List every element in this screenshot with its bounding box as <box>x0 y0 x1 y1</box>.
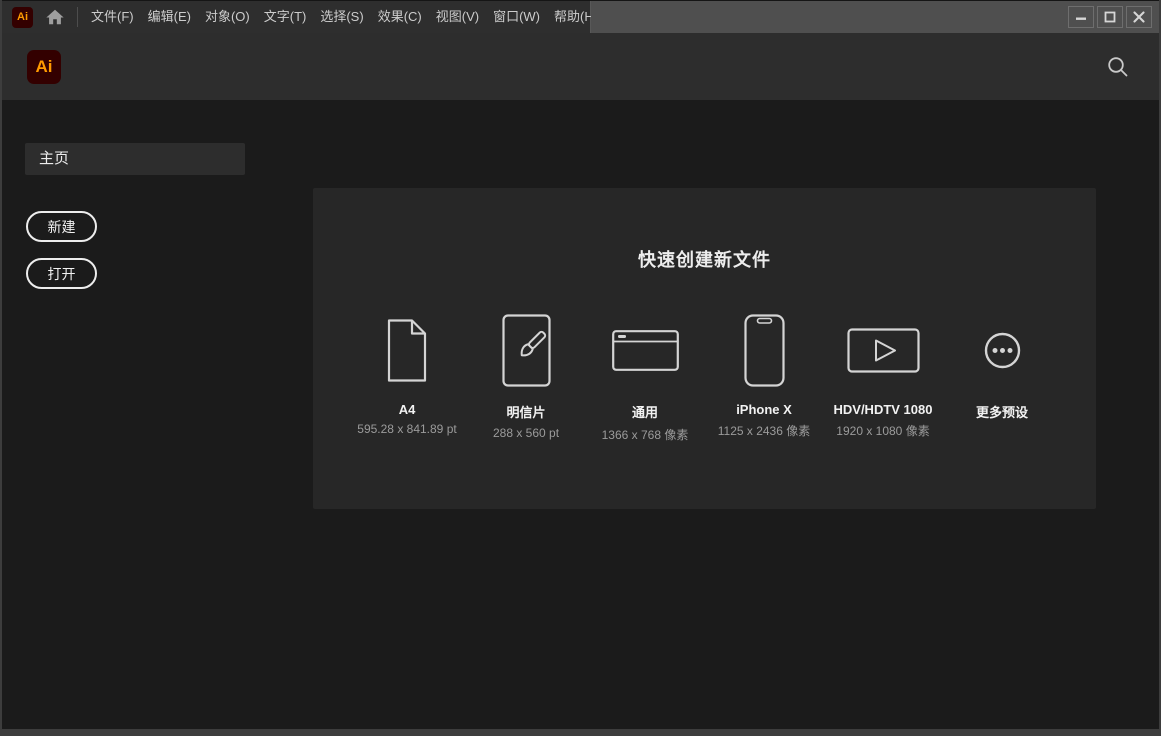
app-header: Ai <box>0 33 1161 100</box>
menu-window[interactable]: 窗口(W) <box>486 1 547 33</box>
illustrator-home-window: Ai 文件(F) 编辑(E) 对象(O) 文字(T) 选择(S) 效果(C) 视… <box>0 0 1161 736</box>
preset-size: 595.28 x 841.89 pt <box>357 422 457 436</box>
home-icon[interactable] <box>43 5 67 29</box>
sidebar-item-home[interactable]: 主页 <box>25 143 245 175</box>
menu-view[interactable]: 视图(V) <box>429 1 486 33</box>
titlebar-menu-section: Ai 文件(F) 编辑(E) 对象(O) 文字(T) 选择(S) 效果(C) 视… <box>0 1 598 33</box>
panel-title: 快速创建新文件 <box>638 250 771 270</box>
window-frame-left <box>0 0 2 736</box>
close-icon[interactable] <box>1126 6 1152 28</box>
search-icon[interactable] <box>1104 54 1130 80</box>
preset-card-postcard[interactable]: 明信片 288 x 560 pt <box>467 302 586 443</box>
preset-card-a4[interactable]: A4 595.28 x 841.89 pt <box>348 302 467 443</box>
menu-object[interactable]: 对象(O) <box>198 1 257 33</box>
preset-name: 更多预设 <box>975 405 1028 420</box>
document-icon <box>348 302 467 398</box>
preset-name: 通用 <box>631 405 658 420</box>
menu-effect[interactable]: 效果(C) <box>371 1 429 33</box>
new-file-button[interactable]: 新建 <box>26 211 97 242</box>
preset-size: 1125 x 2436 像素 <box>717 424 811 438</box>
home-screen-content: 主页 新建 打开 快速创建新文件 A4 595.28 x 841.89 pt 明… <box>0 100 1161 736</box>
menu-select[interactable]: 选择(S) <box>313 1 370 33</box>
smartphone-icon <box>705 302 824 398</box>
preset-size: 1366 x 768 像素 <box>601 428 689 442</box>
preset-size: 1920 x 1080 像素 <box>836 424 930 438</box>
preset-card-iphone-x[interactable]: iPhone X 1125 x 2436 像素 <box>705 302 824 443</box>
titlebar-separator <box>77 7 78 27</box>
preset-name: 明信片 <box>506 405 546 420</box>
window-frame-bottom <box>0 729 1161 736</box>
menu-file[interactable]: 文件(F) <box>84 1 141 33</box>
preset-name: A4 <box>398 402 416 417</box>
preset-card-more-presets[interactable]: 更多预设 <box>943 302 1062 443</box>
preset-name: iPhone X <box>736 402 792 417</box>
maximize-icon[interactable] <box>1097 6 1123 28</box>
titlebar-drag-area <box>591 1 1161 33</box>
browser-window-icon <box>586 302 705 398</box>
ellipsis-circle-icon <box>943 302 1062 398</box>
paintbrush-postcard-icon <box>467 302 586 398</box>
window-controls <box>1068 6 1152 28</box>
menubar: 文件(F) 编辑(E) 对象(O) 文字(T) 选择(S) 效果(C) 视图(V… <box>84 1 605 33</box>
preset-row: A4 595.28 x 841.89 pt 明信片 288 x 560 pt 通… <box>313 302 1096 443</box>
open-file-button[interactable]: 打开 <box>26 258 97 289</box>
titlebar: Ai 文件(F) 编辑(E) 对象(O) 文字(T) 选择(S) 效果(C) 视… <box>0 0 1161 33</box>
preset-card-web[interactable]: 通用 1366 x 768 像素 <box>586 302 705 443</box>
preset-card-hdtv[interactable]: HDV/HDTV 1080 1920 x 1080 像素 <box>824 302 943 443</box>
quick-start-panel: 快速创建新文件 A4 595.28 x 841.89 pt 明信片 288 x … <box>313 188 1096 509</box>
preset-name: HDV/HDTV 1080 <box>833 402 933 417</box>
menu-type[interactable]: 文字(T) <box>257 1 314 33</box>
app-logo-icon-large: Ai <box>27 49 61 84</box>
preset-size: 288 x 560 pt <box>492 426 560 440</box>
app-logo-icon: Ai <box>12 6 33 28</box>
menu-edit[interactable]: 编辑(E) <box>141 1 198 33</box>
minimize-icon[interactable] <box>1068 6 1094 28</box>
video-play-icon <box>824 302 943 398</box>
